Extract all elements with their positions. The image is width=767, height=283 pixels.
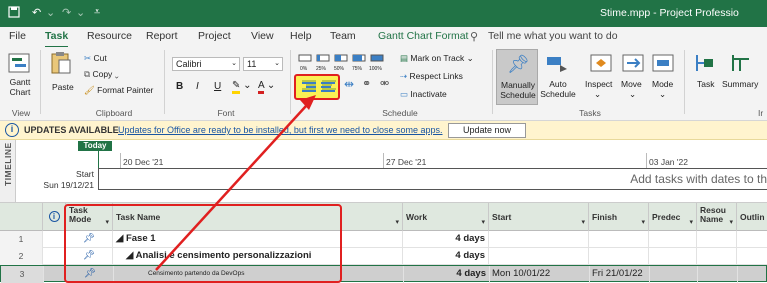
annotation-arrow xyxy=(155,95,316,271)
